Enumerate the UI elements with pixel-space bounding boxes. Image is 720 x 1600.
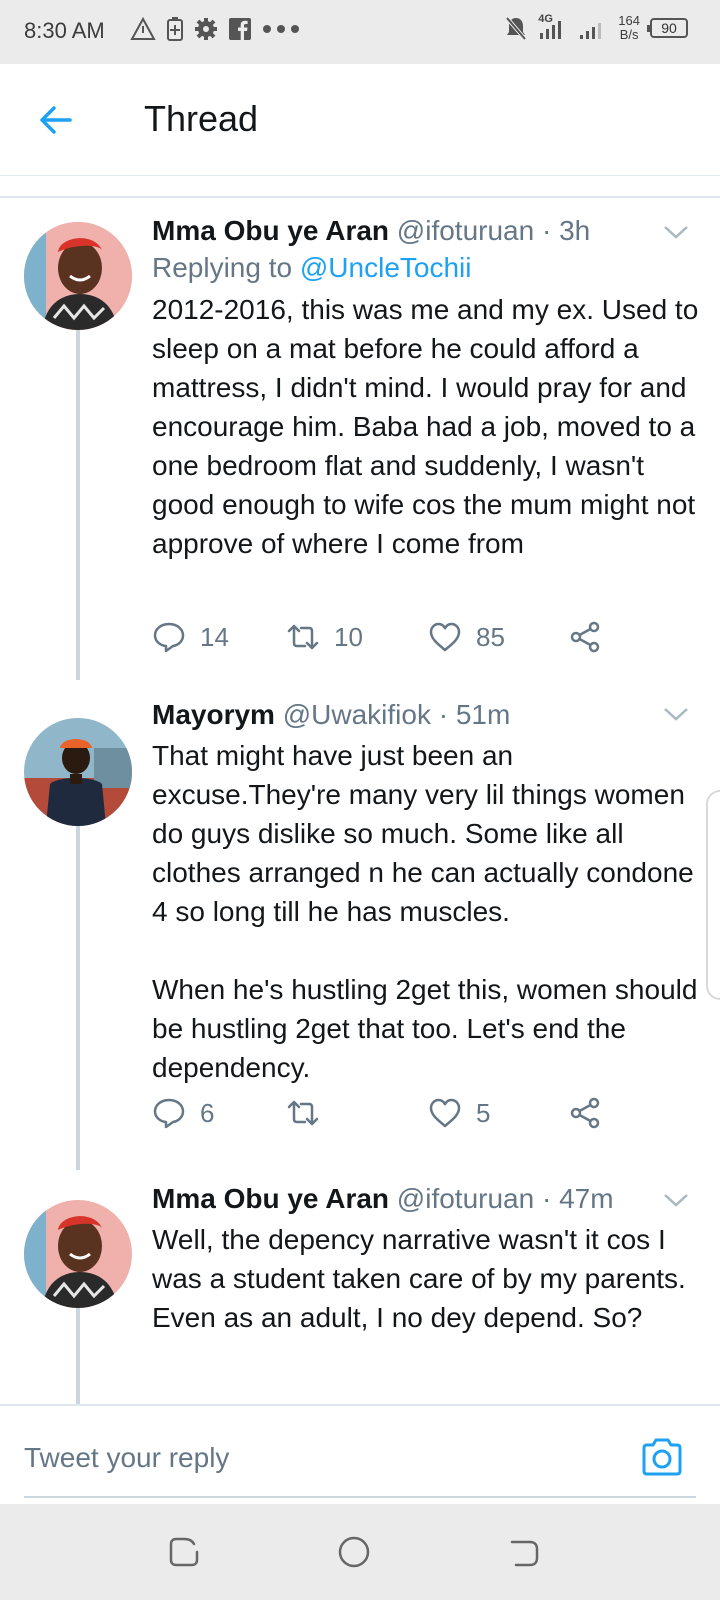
share-icon	[570, 621, 600, 653]
reply-input[interactable]: Tweet your reply	[24, 1442, 229, 1474]
retweet-count: 10	[334, 621, 363, 652]
tweet-time: · 3h	[541, 215, 591, 246]
tweet-header: Mma Obu ye Aran @ifoturuan · 3h	[152, 214, 706, 248]
avatar[interactable]	[24, 1200, 132, 1308]
tweet-time: · 51m	[438, 699, 511, 730]
reply-count: 6	[200, 1097, 215, 1128]
home-icon[interactable]	[336, 1534, 372, 1570]
user-handle[interactable]: @ifoturuan	[397, 1183, 534, 1214]
tweet-header: Mayorym @Uwakifiok · 51m	[152, 698, 706, 732]
status-bar: 8:30 AM 4G 164 B/s 90	[0, 0, 720, 64]
thread-connector	[76, 1308, 80, 1404]
reply-input-underline	[24, 1496, 696, 1498]
facebook-icon	[229, 18, 251, 40]
edge-panel-handle[interactable]	[706, 790, 720, 1000]
battery-icon: 90	[647, 18, 688, 38]
reply-button[interactable]: 6	[152, 1096, 214, 1130]
reply-icon	[153, 1098, 185, 1129]
status-time: 8:30 AM	[24, 18, 105, 43]
back-arrow-icon[interactable]	[34, 98, 78, 142]
avatar-image	[24, 718, 132, 826]
recents-icon[interactable]	[166, 1534, 202, 1570]
avatar[interactable]	[24, 222, 132, 330]
reply-button[interactable]: 14	[152, 620, 229, 654]
like-button[interactable]: 5	[428, 1096, 490, 1130]
like-button[interactable]: 85	[428, 620, 505, 654]
page-title: Thread	[144, 98, 259, 139]
chevron-down-icon[interactable]	[662, 222, 690, 242]
like-count: 85	[476, 621, 505, 652]
avatar[interactable]	[24, 718, 132, 826]
divider	[0, 196, 720, 198]
warning-icon	[130, 16, 156, 40]
reply-icon	[153, 622, 185, 653]
tweet-header: Mma Obu ye Aran @ifoturuan · 47m	[152, 1182, 706, 1216]
avatar-image	[24, 1200, 132, 1308]
chevron-down-icon[interactable]	[662, 704, 690, 724]
share-button[interactable]	[568, 1096, 602, 1130]
top-app-bar: Thread	[0, 64, 720, 176]
share-button[interactable]	[568, 620, 602, 654]
user-handle[interactable]: @ifoturuan	[397, 215, 534, 246]
retweet-button[interactable]	[286, 1096, 334, 1130]
system-nav-bar	[0, 1504, 720, 1600]
share-icon	[570, 1097, 600, 1129]
tweet[interactable]: Mma Obu ye Aran @ifoturuan · 47m Well, t…	[0, 1183, 720, 1404]
chevron-down-icon[interactable]	[662, 1190, 690, 1210]
like-count: 5	[476, 1097, 491, 1128]
battery-saver-icon	[167, 17, 183, 41]
replying-to-handle[interactable]: @UncleTochii	[300, 252, 472, 283]
retweet-icon	[287, 624, 319, 650]
tweet-actions: 6 5	[152, 1096, 622, 1136]
display-name[interactable]: Mma Obu ye Aran	[152, 1183, 389, 1214]
tweet[interactable]: Mma Obu ye Aran @ifoturuan · 3h Replying…	[0, 200, 720, 680]
network-speed: 164 B/s	[618, 13, 640, 42]
retweet-button[interactable]: 10	[286, 620, 363, 654]
tweet-text: Well, the depency narrative wasn't it co…	[152, 1224, 686, 1333]
avatar-image	[24, 222, 132, 330]
reply-count: 14	[200, 621, 229, 652]
camera-icon[interactable]	[640, 1436, 684, 1478]
tweet-actions: 14 10 85	[152, 620, 622, 660]
more-notifications-icon	[263, 25, 299, 33]
tweet[interactable]: Mayorym @Uwakifiok · 51m That might have…	[0, 698, 720, 1170]
signal-icon	[580, 23, 602, 39]
thread-connector	[76, 330, 80, 680]
tweet-time: · 47m	[541, 1183, 614, 1214]
replying-to: Replying to @UncleTochii	[152, 252, 472, 283]
reply-composer: Tweet your reply	[0, 1404, 720, 1504]
signal-4g-icon: 4G	[538, 13, 568, 41]
retweet-icon	[287, 1100, 319, 1126]
back-icon[interactable]	[506, 1534, 542, 1570]
tweet-text: That might have just been an excuse.They…	[152, 740, 698, 1083]
heart-icon	[429, 1098, 461, 1128]
display-name[interactable]: Mma Obu ye Aran	[152, 215, 389, 246]
tweet-text: 2012-2016, this was me and my ex. Used t…	[152, 294, 699, 559]
display-name[interactable]: Mayorym	[152, 699, 275, 730]
mute-bell-icon	[505, 16, 527, 41]
heart-icon	[429, 622, 461, 652]
user-handle[interactable]: @Uwakifiok	[283, 699, 431, 730]
thread-connector	[76, 826, 80, 1170]
settings-icon	[195, 18, 217, 40]
